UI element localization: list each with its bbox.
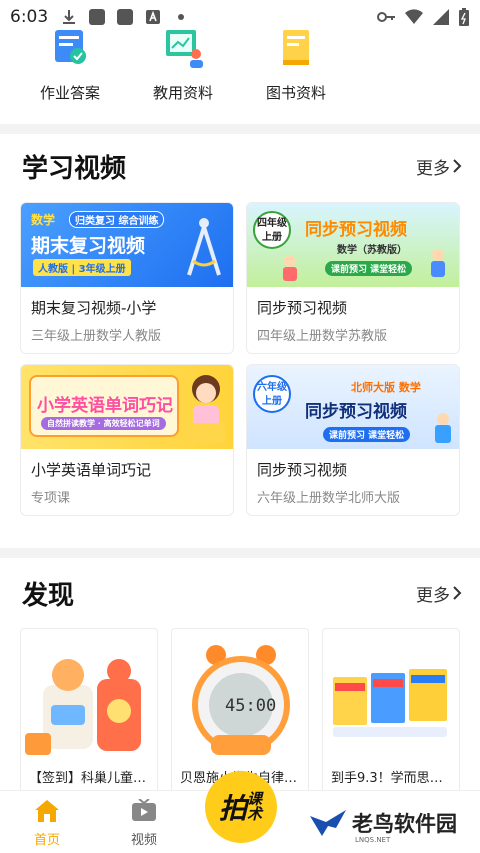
thumb-tag: 数学 [31, 213, 56, 227]
section-divider [0, 124, 480, 134]
kid-illustration [431, 249, 445, 277]
video-card-subtitle: 三年级上册数学人教版 [31, 329, 162, 344]
photo-lesson-button[interactable]: 拍 课术 [205, 771, 277, 843]
kid-illustration [435, 413, 451, 443]
vpn-key-icon [377, 12, 395, 22]
video-card[interactable]: 四年级上册 同步预习视频 数学（苏教版） 课前预习 课堂轻松 同步预习视频 四年… [246, 202, 460, 354]
status-time: 6:03 [10, 7, 49, 27]
quick-link-homework[interactable]: 作业答案 [25, 30, 115, 103]
more-label: 更多 [416, 585, 450, 606]
thumb-pill: 课前预习 课堂轻松 [325, 261, 413, 276]
dot-icon [178, 14, 185, 20]
thumb-grade: 六年级上册 [253, 375, 291, 413]
video-thumbnail: 数学 归类复习 综合训练 期末复习视频 人教版 | 3年级上册 [21, 203, 233, 287]
signal-icon [433, 9, 449, 25]
discover-item[interactable]: 到手9.3！学而思新… [322, 628, 460, 798]
discover-item[interactable]: 【签到】科巢儿童… [20, 628, 158, 798]
center-button-label: 拍 [218, 792, 247, 825]
video-card-subtitle: 四年级上册数学苏教版 [257, 329, 388, 344]
thumb-tag: 数学（苏教版） [337, 245, 407, 256]
quick-links: 作业答案 教用资料 图书资料 [0, 30, 480, 122]
nav-label: 视频 [130, 833, 157, 848]
video-thumbnail: 四年级上册 同步预习视频 数学（苏教版） 课前预习 课堂轻松 [247, 203, 459, 287]
discover-item-title: 【签到】科巢儿童… [29, 771, 147, 786]
thumb-banner: 归类复习 综合训练 [69, 211, 165, 228]
girl-illustration [187, 375, 225, 443]
book-material-icon [283, 30, 309, 65]
kids-bottle-image [25, 659, 141, 755]
thumb-tag: 北师大版 数学 [351, 381, 421, 394]
thumb-headline: 期末复习视频 [31, 235, 146, 257]
wifi-icon [405, 9, 423, 24]
video-card[interactable]: 数学 归类复习 综合训练 期末复习视频 人教版 | 3年级上册 期末复习视频-小… [20, 202, 234, 354]
section-title: 学习视频 [22, 153, 127, 184]
video-thumbnail: 小学英语单词巧记 自然拼读教学 · 高效轻松记单词 [21, 365, 233, 449]
battery-icon [459, 8, 469, 26]
nav-label: 首页 [33, 833, 60, 848]
home-icon [35, 800, 59, 822]
watermark: 老鸟软件园 [308, 808, 457, 838]
video-card-subtitle: 六年级上册数学北师大版 [257, 491, 401, 506]
homework-answer-icon [55, 30, 86, 64]
nav-video[interactable]: 视频 [114, 798, 174, 848]
app-notification-icon [89, 9, 106, 25]
thumb-headline: 同步预习视频 [305, 402, 407, 422]
discover-more-link[interactable]: 更多 [416, 581, 462, 606]
download-icon [63, 10, 76, 24]
video-section-header: 学习视频 更多 [22, 146, 462, 186]
thumb-headline: 同步预习视频 [305, 220, 407, 240]
bird-logo-icon [310, 810, 346, 836]
discover-section-header: 发现 更多 [22, 573, 462, 613]
watermark-text: 老鸟软件园 [352, 812, 457, 836]
video-card-title: 同步预习视频 [257, 461, 348, 479]
quick-link-teaching[interactable]: 教用资料 [138, 30, 228, 103]
video-card-title: 期末复习视频-小学 [31, 299, 157, 317]
section-title: 发现 [22, 580, 75, 611]
watermark-subtext: LNQS.NET [355, 836, 391, 844]
clock-display: 45:00 [225, 696, 277, 716]
quick-link-label: 教用资料 [152, 84, 213, 102]
thumb-pill: 人教版 | 3年级上册 [33, 259, 131, 276]
discover-item-title: 到手9.3！学而思新… [331, 771, 455, 786]
nav-home[interactable]: 首页 [17, 799, 77, 848]
video-card-title: 同步预习视频 [257, 299, 348, 317]
center-button-sublabel: 课术 [247, 790, 263, 823]
status-bar: 6:03 [0, 0, 480, 34]
compass-icon [187, 218, 221, 276]
video-more-link[interactable]: 更多 [416, 154, 462, 179]
more-label: 更多 [416, 158, 450, 179]
teaching-material-icon [166, 30, 203, 68]
quick-link-label: 作业答案 [39, 84, 100, 102]
video-thumbnail: 六年级上册 北师大版 数学 同步预习视频 课前预习 课堂轻松 [247, 365, 459, 449]
kid-illustration [283, 255, 297, 281]
thumb-headline: 小学英语单词巧记 [37, 396, 173, 416]
quick-link-label: 图书资料 [265, 84, 326, 102]
quick-link-books[interactable]: 图书资料 [251, 30, 341, 103]
video-card[interactable]: 六年级上册 北师大版 数学 同步预习视频 课前预习 课堂轻松 同步预习视频 六年… [246, 364, 460, 516]
video-card-subtitle: 专项课 [31, 491, 71, 506]
textbook-set-image [333, 669, 447, 737]
video-tv-icon [132, 798, 156, 821]
a-letter-icon [146, 10, 161, 24]
video-card-title: 小学英语单词巧记 [31, 461, 152, 479]
chevron-right-icon [453, 586, 462, 600]
thumb-pill: 自然拼读教学 · 高效轻松记单词 [41, 417, 166, 430]
video-card[interactable]: 小学英语单词巧记 自然拼读教学 · 高效轻松记单词 小学英语单词巧记 专项课 [20, 364, 234, 516]
thumb-grade: 四年级上册 [253, 211, 291, 249]
section-divider [0, 548, 480, 558]
app-notification-icon [117, 9, 134, 25]
thumb-pill: 课前预习 课堂轻松 [323, 427, 411, 442]
chevron-right-icon [453, 159, 462, 173]
